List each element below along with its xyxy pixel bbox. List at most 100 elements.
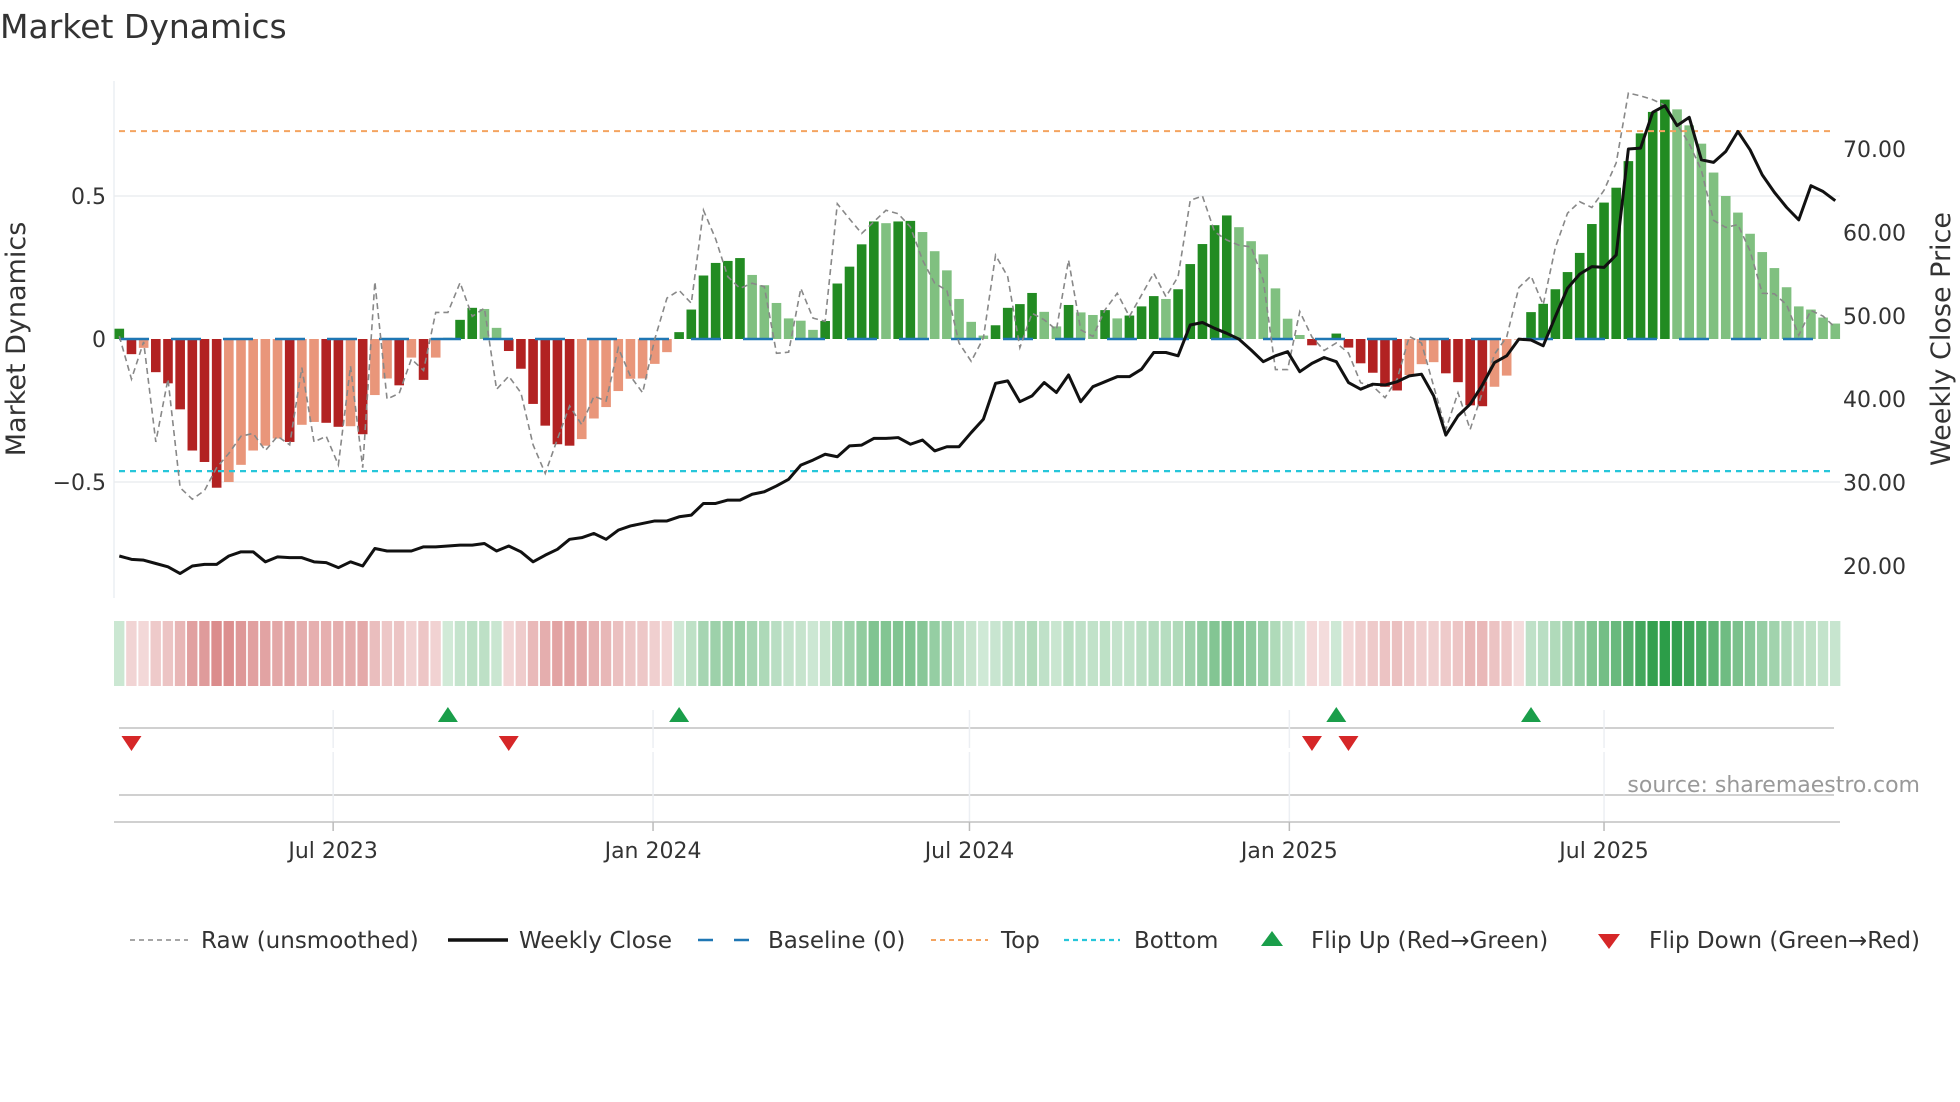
- heat-cell: [503, 621, 514, 686]
- dynamics-bar: [856, 244, 867, 339]
- heat-cell: [1793, 621, 1804, 686]
- dynamics-bar: [759, 285, 770, 339]
- dynamics-bar: [260, 339, 271, 446]
- y2-tick-label: 60.00: [1843, 221, 1906, 246]
- heat-cell: [612, 621, 624, 686]
- dynamics-bar: [1368, 339, 1378, 373]
- heat-cell: [381, 621, 393, 686]
- heat-cell: [892, 621, 904, 686]
- dynamics-bar: [1611, 187, 1622, 339]
- heat-cell: [260, 621, 271, 686]
- dynamics-bar: [1343, 339, 1354, 348]
- heat-cell: [795, 621, 806, 686]
- heat-cell: [1720, 621, 1731, 686]
- heat-cell: [722, 621, 733, 686]
- dynamics-bar: [491, 327, 502, 339]
- heat-cell: [1817, 621, 1829, 686]
- dynamics-bar: [990, 325, 1001, 339]
- heat-cell: [953, 621, 965, 686]
- dynamics-bar: [321, 339, 331, 423]
- heat-cell: [564, 621, 575, 686]
- heat-cell: [1562, 621, 1573, 686]
- heat-cell: [1051, 621, 1062, 686]
- heat-cell: [637, 621, 648, 686]
- heat-cell: [393, 621, 405, 686]
- y-axis-title: Market Dynamics: [1, 222, 32, 457]
- heat-cell: [1829, 621, 1841, 686]
- y-tick-label: 0.5: [71, 185, 106, 210]
- heat-cell: [430, 621, 441, 686]
- legend-raw-label: Raw (unsmoothed): [201, 928, 419, 954]
- dynamics-bar: [1124, 315, 1135, 339]
- dynamics-bar: [1380, 339, 1390, 387]
- dynamics-bar: [1173, 289, 1183, 339]
- dynamics-bar: [917, 232, 928, 339]
- heat-cell: [1513, 621, 1524, 686]
- dynamics-bar: [1465, 339, 1475, 406]
- heat-cell: [880, 621, 892, 686]
- flip-up-icon: [437, 707, 458, 722]
- heat-cell: [734, 621, 746, 686]
- heat-cell: [1160, 621, 1172, 686]
- heat-cell: [1489, 621, 1500, 686]
- heat-cell: [844, 621, 855, 686]
- dynamics-bar: [564, 339, 575, 446]
- dynamics-bar: [1453, 339, 1463, 383]
- dynamics-bar: [1294, 334, 1305, 339]
- dynamics-bar: [710, 262, 721, 339]
- heat-cell: [1172, 621, 1184, 686]
- chart-title: Market Dynamics: [0, 7, 287, 46]
- dynamics-bar: [576, 339, 587, 440]
- heat-cell: [442, 621, 453, 686]
- heat-cell: [673, 621, 685, 686]
- dynamics-bar: [1818, 317, 1828, 339]
- heat-cell: [978, 621, 989, 686]
- dynamics-bar: [224, 339, 234, 482]
- dynamics-bar: [1258, 254, 1269, 339]
- heat-cell: [576, 621, 587, 686]
- x-tick-label: Jul 2023: [286, 839, 378, 864]
- dynamics-bar: [1526, 312, 1536, 339]
- heat-cell: [308, 621, 320, 686]
- heat-cell: [771, 621, 782, 686]
- dynamics-bar: [1136, 306, 1147, 339]
- dynamics-bar: [869, 221, 879, 339]
- dynamics-bar: [905, 220, 916, 339]
- heat-cell: [345, 621, 356, 686]
- dynamics-bar: [929, 251, 940, 339]
- dynamics-bar: [1477, 339, 1488, 407]
- heat-cell: [807, 621, 819, 686]
- dynamics-bar: [163, 339, 173, 384]
- heat-cell: [759, 621, 770, 686]
- dynamics-bar: [966, 321, 976, 339]
- dynamics-bar: [1404, 339, 1415, 376]
- heat-cell: [1221, 621, 1232, 686]
- heat-cell: [1550, 621, 1561, 686]
- flip-down-icon: [1301, 736, 1322, 751]
- heat-cell: [1683, 621, 1695, 686]
- y2-tick-label: 30.00: [1843, 472, 1906, 497]
- heat-cell: [1075, 621, 1086, 686]
- heat-cell: [126, 621, 137, 686]
- dynamics-bar: [893, 221, 903, 339]
- dynamics-bar: [272, 339, 283, 439]
- heat-strip: [114, 621, 1841, 686]
- dynamics-bar: [1002, 307, 1013, 339]
- flip-up-icon: [1326, 707, 1347, 722]
- dynamics-bar: [954, 298, 964, 339]
- heat-cell: [710, 621, 721, 686]
- dynamics-bar: [820, 320, 830, 339]
- heat-cell: [235, 621, 247, 686]
- heat-cell: [150, 621, 161, 686]
- flip-down-icon: [498, 736, 519, 751]
- heat-cell: [625, 621, 636, 686]
- dynamics-bar: [187, 339, 198, 451]
- dynamics-bar: [808, 329, 818, 339]
- heat-cell: [1781, 621, 1792, 686]
- heat-cell: [479, 621, 490, 686]
- dynamics-bar: [175, 339, 185, 410]
- dynamics-bar: [467, 307, 478, 339]
- dynamics-bar: [151, 339, 161, 373]
- heat-cell: [1099, 621, 1111, 686]
- heat-cell: [114, 621, 125, 686]
